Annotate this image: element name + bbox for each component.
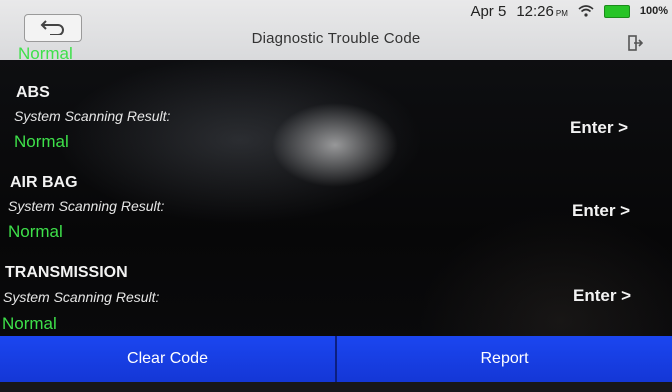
system-status-abs: Normal [14, 132, 69, 151]
clear-code-button[interactable]: Clear Code [0, 336, 335, 382]
app-header: Diagnostic Trouble Code Apr 5 12:26 PM 10… [0, 0, 672, 60]
system-result-label-abs: System Scanning Result: [14, 108, 171, 124]
enter-button-transmission[interactable]: Enter > [573, 286, 631, 306]
system-status-airbag: Normal [8, 222, 63, 241]
enter-button-airbag[interactable]: Enter > [572, 201, 630, 221]
battery-percentage: 100% [639, 5, 668, 17]
enter-button-abs[interactable]: Enter > [570, 118, 628, 138]
footer-toolbar: Clear Code Report [0, 336, 672, 382]
status-bar: Apr 5 12:26 PM 100% [470, 0, 672, 22]
system-name-abs: ABS [16, 84, 50, 101]
status-date: Apr 5 [470, 2, 507, 20]
status-time: 12:26 [516, 2, 554, 20]
screen-background: Diagnostic Trouble Code Apr 5 12:26 PM 10… [0, 0, 672, 392]
report-button[interactable]: Report [337, 336, 672, 382]
status-ampm: PM [555, 8, 568, 18]
status-time-group: 12:26 PM [516, 3, 568, 20]
system-name-airbag: AIR BAG [10, 174, 78, 191]
wifi-icon [578, 5, 594, 17]
system-name-transmission: TRANSMISSION [5, 264, 128, 281]
system-status-transmission: Normal [2, 314, 57, 333]
exit-icon [627, 34, 644, 56]
system-result-label-airbag: System Scanning Result: [8, 198, 165, 214]
battery-icon [603, 4, 630, 18]
device-bezel-bottom [0, 382, 672, 392]
exit-button[interactable] [618, 32, 652, 58]
system-result-label-transmission: System Scanning Result: [3, 289, 160, 305]
partial-status-top: Normal [18, 44, 73, 63]
page-title: Diagnostic Trouble Code [251, 30, 421, 47]
